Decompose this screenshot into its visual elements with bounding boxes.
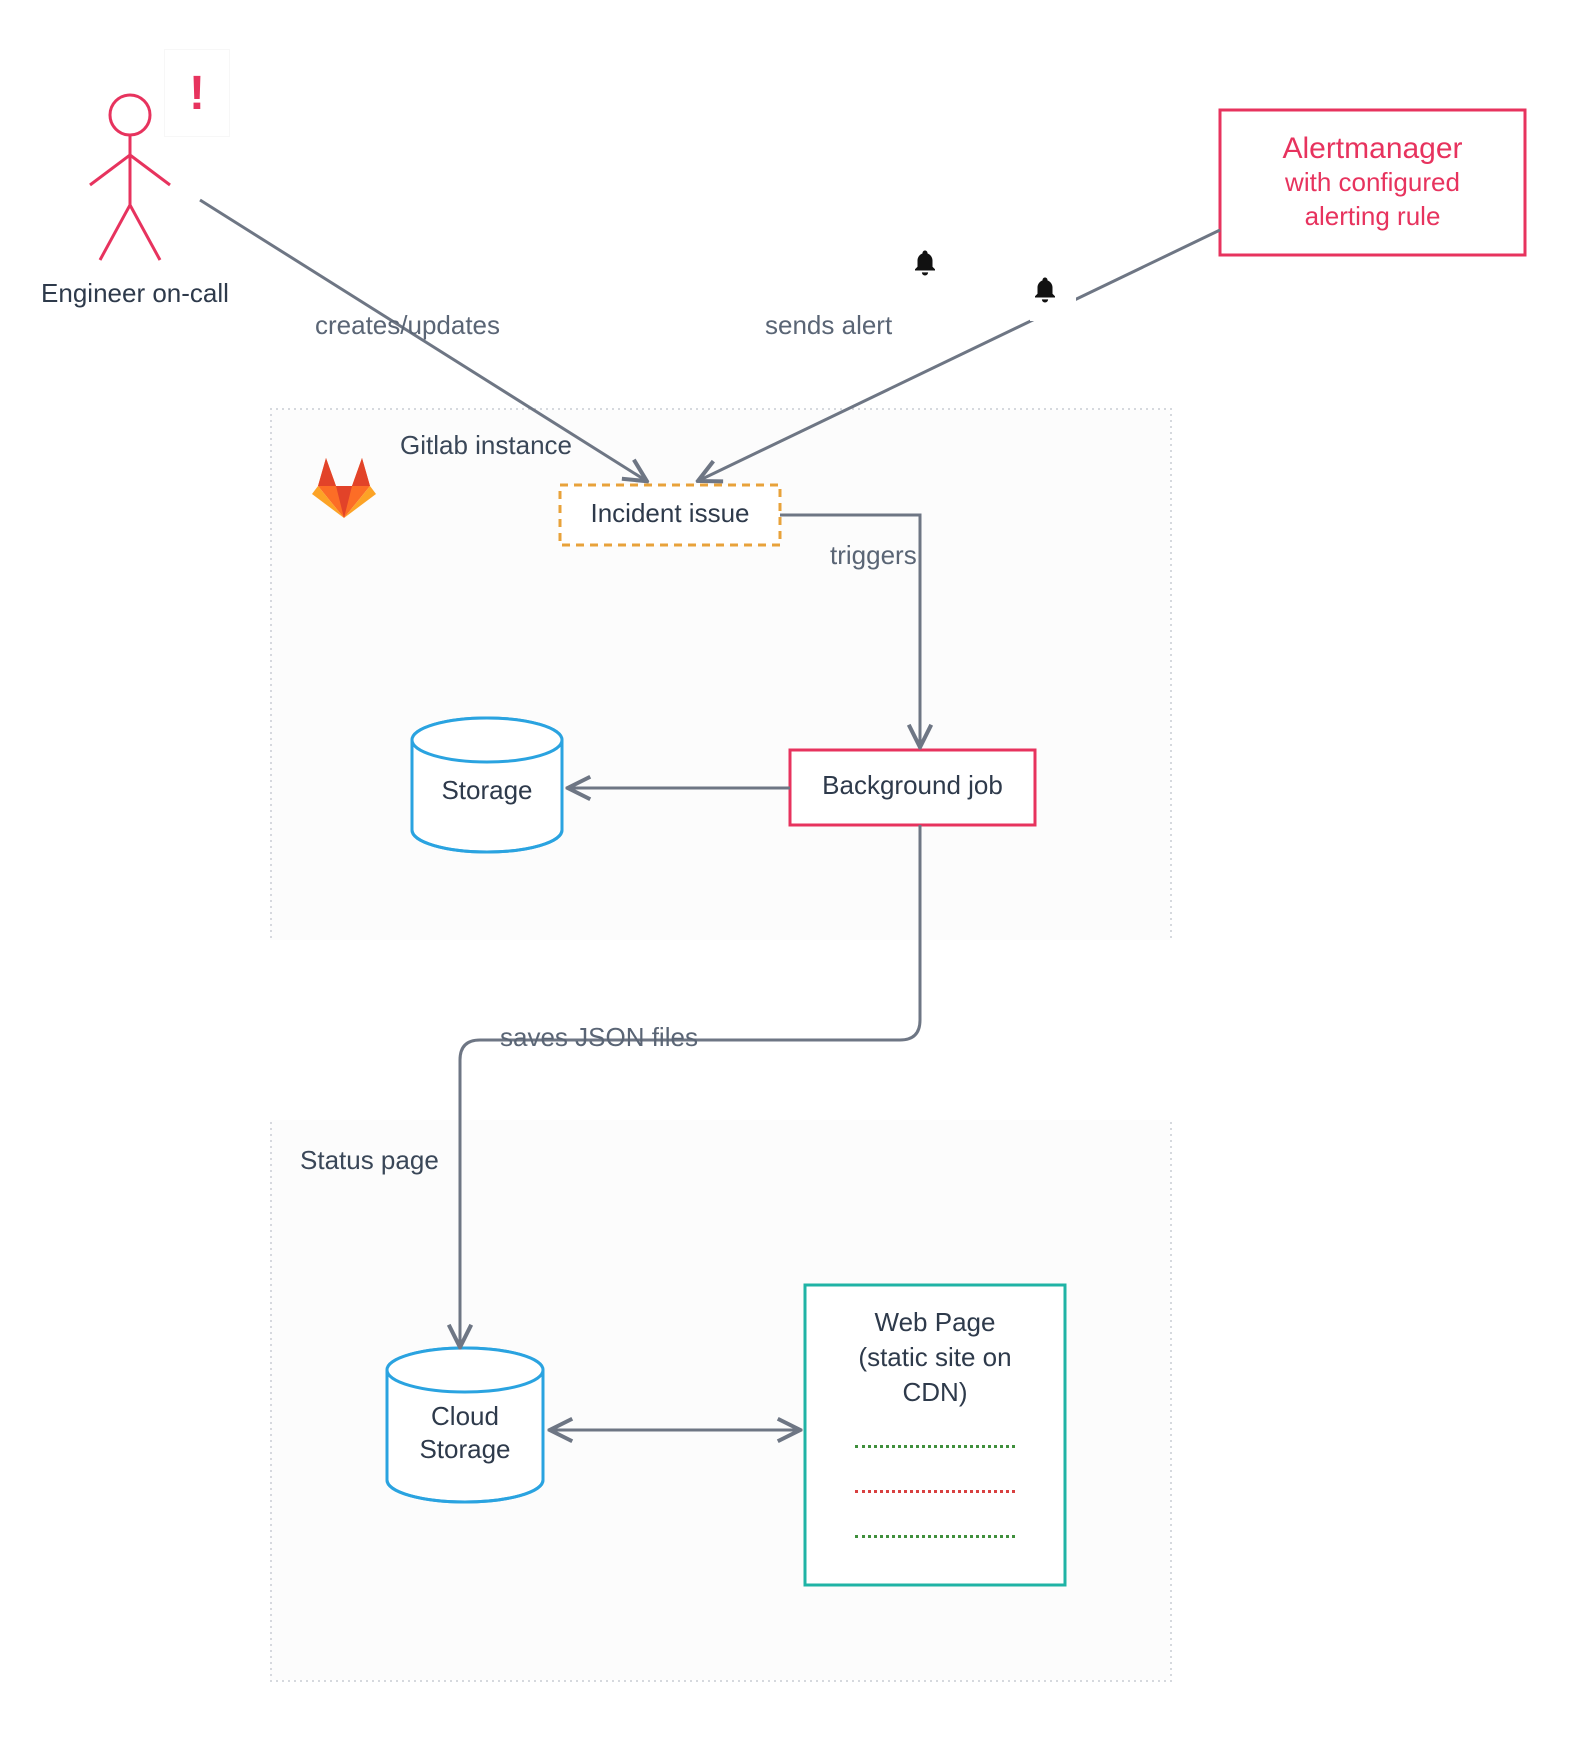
svg-layer: [0, 0, 1573, 1752]
webpage-l2: (static site on: [858, 1342, 1011, 1372]
edge-label-triggers: triggers: [830, 540, 917, 571]
alertmanager-sub1: with configured: [1285, 166, 1460, 200]
incident-issue-label: Incident issue: [560, 498, 780, 529]
edge-label-creates-updates: creates/updates: [315, 310, 500, 341]
engineer-label: Engineer on-call: [25, 278, 245, 309]
exclaim-glyph: !: [189, 66, 205, 121]
alertmanager-title: Alertmanager: [1282, 132, 1462, 166]
cloud-storage-l2: Storage: [419, 1434, 510, 1464]
status-line-red: [855, 1490, 1015, 1493]
gitlab-instance-title: Gitlab instance: [400, 430, 572, 461]
alertmanager-sub2: alerting rule: [1305, 200, 1441, 234]
status-line-green: [855, 1535, 1015, 1538]
bell-icon: [910, 248, 956, 294]
cloud-storage-label: Cloud Storage: [387, 1400, 543, 1465]
diagram-canvas: { "actors": { "engineer_label": "Enginee…: [0, 0, 1573, 1752]
alertmanager-content: Alertmanager with configured alerting ru…: [1220, 110, 1525, 255]
edge-label-saves-json: saves JSON files: [500, 1022, 698, 1053]
bell-icon: [1030, 275, 1076, 321]
engineer-stick-figure-icon: [90, 95, 170, 260]
cloud-storage-l1: Cloud: [431, 1401, 499, 1431]
web-page-label: Web Page (static site on CDN): [805, 1305, 1065, 1410]
webpage-l1: Web Page: [875, 1307, 996, 1337]
storage-label: Storage: [412, 775, 562, 806]
alert-exclaim-icon: !: [165, 50, 229, 136]
edge-label-sends-alert: sends alert: [765, 310, 892, 341]
status-line-green: [855, 1445, 1015, 1448]
status-page-title: Status page: [300, 1145, 439, 1176]
background-job-label: Background job: [790, 770, 1035, 801]
webpage-l3: CDN): [903, 1377, 968, 1407]
